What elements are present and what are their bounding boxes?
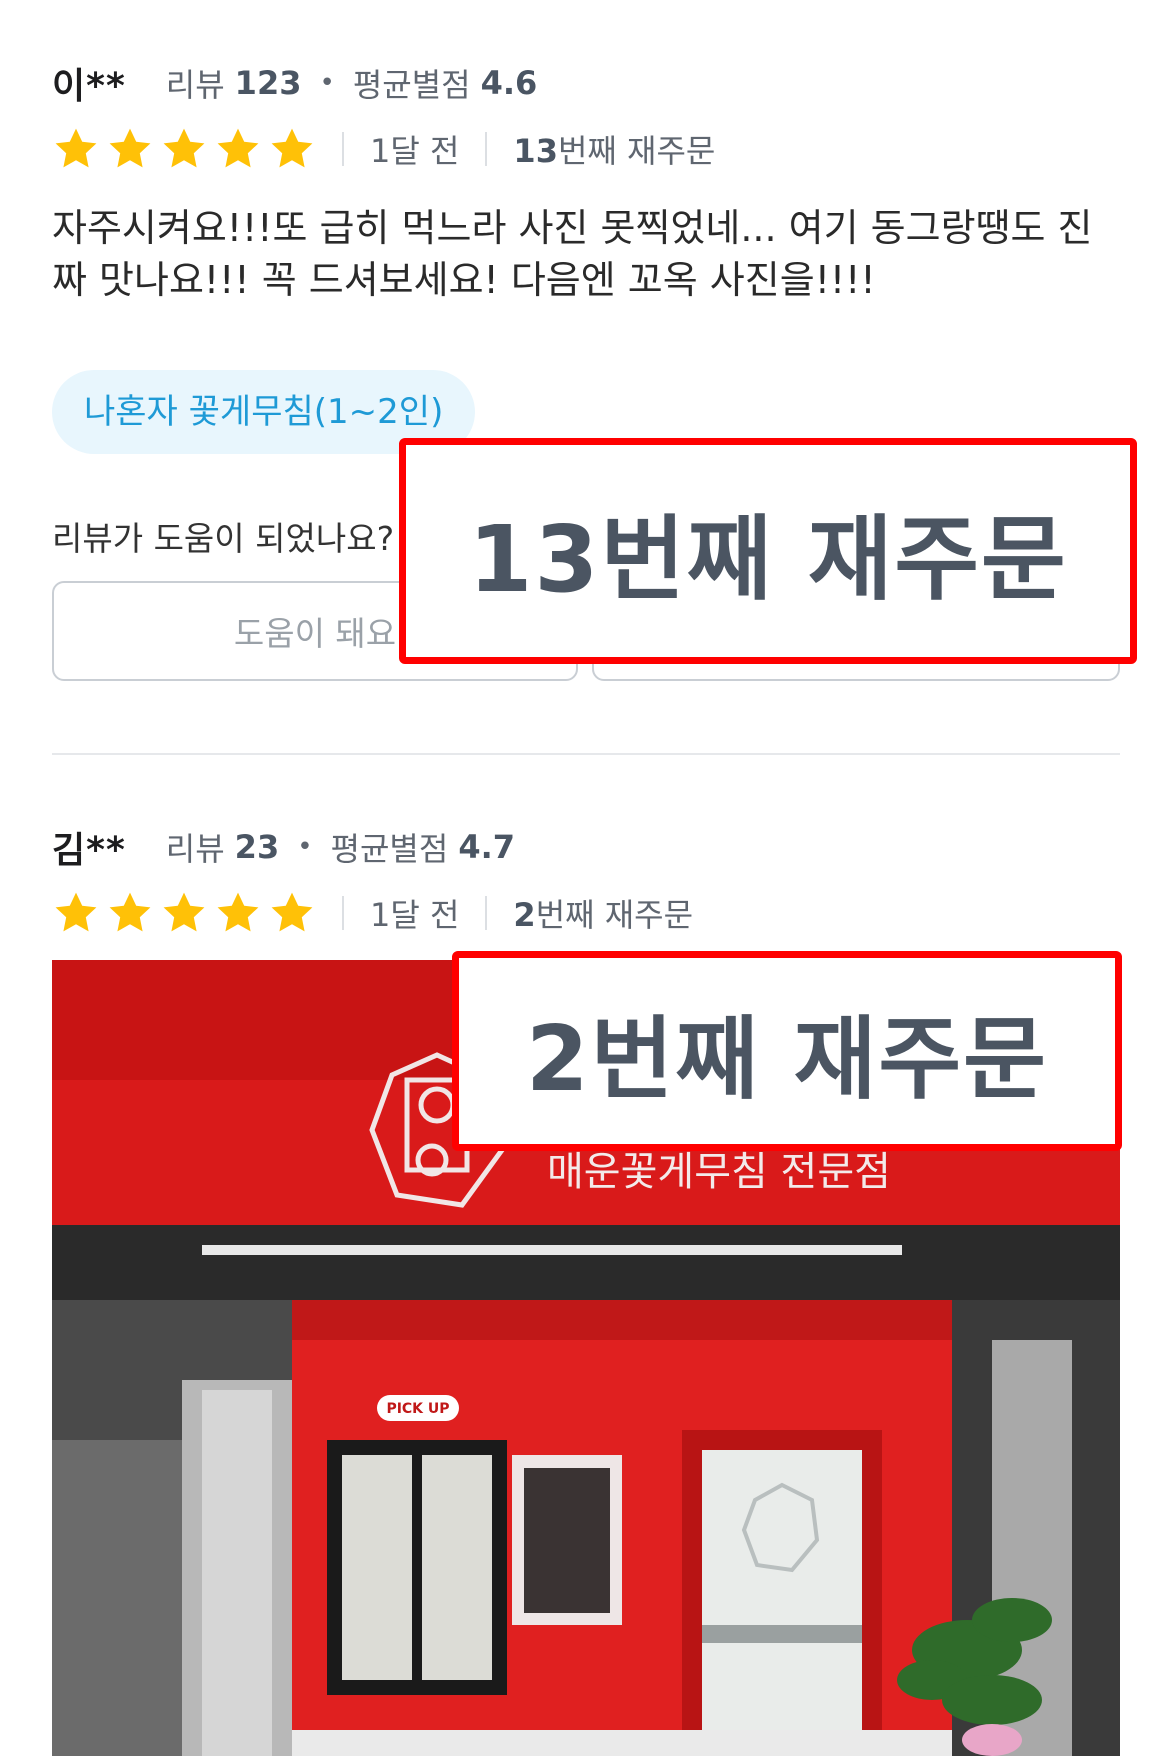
star-icon bbox=[160, 125, 208, 173]
store-sign-text: 매운꽃게무침 전문점 bbox=[547, 1149, 891, 1195]
helpful-question: 리뷰가 도움이 되었나요? bbox=[52, 519, 395, 558]
rating-row: 1달 전 2번째 재주문 bbox=[52, 888, 1120, 938]
star-icon bbox=[52, 889, 100, 937]
pickup-sign-text: PICK UP bbox=[386, 1401, 449, 1417]
divider bbox=[485, 132, 488, 166]
reviewer-review-count: 23 bbox=[234, 828, 280, 866]
dot-separator: • bbox=[297, 832, 313, 862]
divider bbox=[342, 896, 344, 930]
star-icon bbox=[106, 889, 154, 937]
review-time: 1달 전 bbox=[370, 896, 460, 934]
star-icon bbox=[268, 125, 316, 173]
reorder-highlight-callout: 2번째 재주문 bbox=[452, 951, 1122, 1151]
star-icon bbox=[214, 889, 262, 937]
review-divider bbox=[52, 753, 1120, 755]
reorder-count: 13번째 재주문 bbox=[513, 132, 716, 170]
divider bbox=[342, 132, 344, 166]
star-icon bbox=[268, 889, 316, 937]
review-time: 1달 전 bbox=[370, 132, 460, 170]
helpful-yes-label: 도움이 돼요 bbox=[233, 614, 397, 653]
star-rating bbox=[52, 125, 316, 173]
rating-row: 1달 전 13번째 재주문 bbox=[52, 124, 1120, 174]
reviewer-stats: 리뷰 23 • 평균별점 4.7 bbox=[165, 828, 515, 868]
reviewer-avg-rating: 4.6 bbox=[480, 64, 538, 102]
reviewer-name[interactable]: 김** bbox=[52, 821, 126, 873]
review-card: 이** 리뷰 123 • 평균별점 4.6 1달 전 13번째 재주문 자주시켜… bbox=[52, 58, 1120, 454]
dot-separator: • bbox=[319, 68, 335, 98]
review-text: 자주시켜요!!!또 급히 먹느라 사진 못찍었네... 여기 동그랑땡도 진짜 … bbox=[52, 206, 1093, 302]
review-meta: 이** 리뷰 123 • 평균별점 4.6 bbox=[52, 58, 1120, 108]
divider bbox=[485, 896, 488, 930]
review-card: 김** 리뷰 23 • 평균별점 4.7 1달 전 2번째 재주문 bbox=[52, 822, 1120, 938]
star-icon bbox=[214, 125, 262, 173]
review-meta: 김** 리뷰 23 • 평균별점 4.7 bbox=[52, 822, 1120, 872]
star-icon bbox=[52, 125, 100, 173]
reorder-count: 2번째 재주문 bbox=[513, 896, 694, 934]
reviewer-review-count: 123 bbox=[234, 64, 302, 102]
star-icon bbox=[106, 125, 154, 173]
reviewer-avg-rating: 4.7 bbox=[458, 828, 515, 866]
reviewer-name[interactable]: 이** bbox=[52, 57, 126, 109]
reorder-highlight-callout: 13번째 재주문 bbox=[399, 438, 1137, 664]
star-icon bbox=[160, 889, 208, 937]
star-rating bbox=[52, 889, 316, 937]
reviewer-stats: 리뷰 123 • 평균별점 4.6 bbox=[165, 64, 538, 104]
